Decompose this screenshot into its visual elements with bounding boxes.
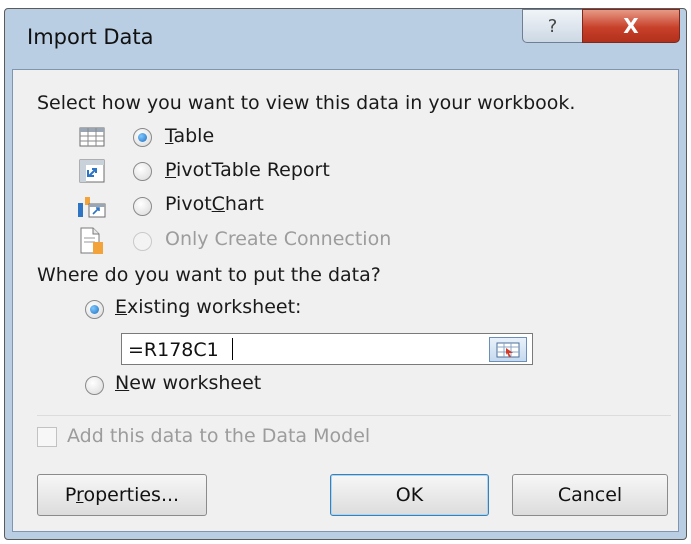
new-worksheet-label[interactable]: New worksheet: [115, 372, 261, 394]
close-button[interactable]: X: [582, 9, 680, 43]
existing-worksheet-label[interactable]: Existing worksheet:: [115, 296, 301, 318]
cancel-button[interactable]: Cancel: [512, 474, 668, 516]
data-model-checkbox: [37, 427, 57, 447]
collapse-dialog-icon: [496, 342, 520, 357]
title-bar[interactable]: Import Data ? X: [5, 9, 686, 67]
destination-prompt: Where do you want to put the data?: [37, 264, 381, 286]
help-icon: ?: [547, 15, 558, 37]
dialog-body: Select how you want to view this data in…: [12, 69, 679, 532]
collapse-dialog-button[interactable]: [489, 337, 527, 362]
table-option-label[interactable]: Table: [165, 125, 214, 147]
dialog-title: Import Data: [27, 25, 154, 49]
pivottable-radio[interactable]: [133, 162, 152, 181]
view-prompt: Select how you want to view this data in…: [37, 92, 576, 114]
existing-worksheet-radio[interactable]: [85, 300, 104, 319]
properties-button-label: Properties...: [64, 484, 180, 506]
separator: [37, 415, 671, 416]
cancel-button-label: Cancel: [557, 484, 623, 506]
help-button[interactable]: ?: [522, 9, 583, 43]
connection-radio: [133, 232, 152, 251]
pivotchart-icon: [78, 197, 106, 218]
pivottable-option-label[interactable]: PivotTable Report: [165, 159, 330, 181]
properties-button[interactable]: Properties...: [37, 474, 207, 516]
text-cursor: [232, 338, 233, 360]
table-icon: [79, 127, 105, 147]
connection-option-label: Only Create Connection: [165, 228, 392, 250]
pivottable-icon: [79, 159, 105, 183]
pivotchart-option-label[interactable]: PivotChart: [165, 193, 264, 215]
data-model-label: Add this data to the Data Model: [67, 425, 371, 447]
new-worksheet-radio[interactable]: [85, 376, 104, 395]
ok-button-label: OK: [395, 484, 424, 506]
table-radio[interactable]: [133, 128, 152, 147]
cell-reference-value: =R178C1: [128, 339, 219, 361]
ok-button[interactable]: OK: [330, 474, 489, 516]
connection-icon: [80, 227, 103, 254]
cell-reference-input[interactable]: =R178C1: [121, 333, 533, 365]
pivotchart-radio[interactable]: [133, 197, 152, 216]
import-data-dialog: Import Data ? X Select how you want to v…: [4, 8, 687, 540]
close-icon: X: [623, 14, 639, 38]
